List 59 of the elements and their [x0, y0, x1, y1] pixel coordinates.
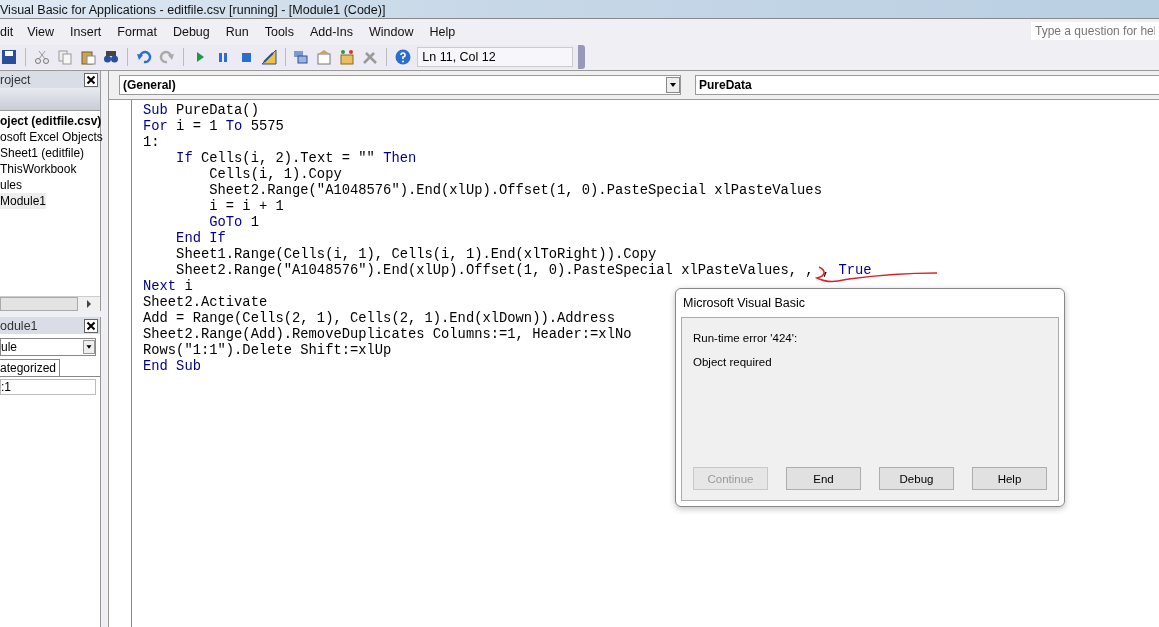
property-row[interactable]: :1 [1, 380, 95, 394]
code-line: Sheet2.Activate [143, 295, 268, 311]
close-icon[interactable] [84, 318, 98, 333]
tree-item[interactable]: osoft Excel Objects [0, 129, 103, 145]
code-line: GoTo 1 [208, 215, 259, 231]
code-line: Sub PureData() [143, 103, 259, 119]
save-icon[interactable] [1, 49, 17, 65]
close-icon[interactable] [84, 72, 98, 87]
code-line: Add = Range(Cells(2, 1), Cells(2, 1).End(xlDown)).Address [143, 311, 615, 327]
help-search-field[interactable]: Type a question for hel [1031, 22, 1159, 40]
tree-item[interactable]: Module1 [0, 193, 47, 209]
code-line: i = i + 1 [208, 199, 284, 215]
menu-item[interactable]: Tools [264, 25, 302, 39]
code-line: Sheet1.Range(Cells(i, 1), Cells(i, 1).End(xlToRight)).Copy [175, 247, 657, 263]
undo-icon[interactable] [135, 49, 152, 65]
menu-item[interactable]: Help [429, 25, 464, 39]
code-line: End If [175, 231, 226, 247]
cut-icon[interactable] [33, 49, 50, 65]
code-line: Sheet2.Range("A1048576").End(xlUp).Offset(1, 0).PasteSpecial xlPasteValues, , , True [175, 263, 872, 279]
code-line: 1: [143, 135, 160, 151]
object-dropdown[interactable]: (General) [119, 75, 681, 95]
dialog-button[interactable]: End [786, 467, 861, 490]
menu-item[interactable]: Format [117, 25, 165, 39]
help-icon[interactable] [395, 49, 412, 65]
dialog-button[interactable]: Help [972, 467, 1047, 490]
code-line: Rows("1:1").Delete Shift:=xlUp [143, 343, 392, 359]
menu-item[interactable]: Debug [172, 25, 218, 39]
menu-item[interactable]: Run [225, 25, 257, 39]
menu-item[interactable]: Window [369, 25, 422, 39]
dialog-button[interactable]: Debug [879, 467, 954, 490]
pane-title: odule1 [0, 318, 38, 333]
code-line: Next i [143, 279, 193, 295]
pane-title: roject [0, 72, 31, 87]
tree-item[interactable]: Sheet1 (editfile) [0, 145, 85, 161]
tree-item[interactable]: ules [0, 177, 22, 193]
code-line: Cells(i, 1).Copy [208, 167, 342, 183]
menu-item[interactable]: dit [0, 25, 22, 39]
paste-icon[interactable] [79, 49, 96, 65]
tree-item[interactable]: ThisWorkbook [0, 161, 77, 177]
object-dropdown[interactable]: ule [0, 338, 96, 356]
properties-tab[interactable]: ategorized [0, 359, 61, 376]
menu-item[interactable]: Add-Ins [309, 25, 361, 39]
code-line: Sheet2.Range("A1048576").End(xlUp).Offset(1, 0).PasteSpecial xlPasteValues [208, 183, 822, 199]
code-line: End Sub [143, 359, 201, 375]
scroll-right-icon[interactable] [86, 300, 92, 308]
cursor-position: Ln 11, Col 12 [417, 47, 574, 67]
code-line: Sheet2.Range(Add).RemoveDuplicates Columns:=1, Header:=xlNo [143, 327, 632, 343]
code-line: For i = 1 To 5575 [143, 119, 284, 135]
error-message: Object required [693, 356, 773, 368]
procedure-dropdown[interactable]: PureData [695, 75, 1159, 95]
code-line: If Cells(i, 2).Text = "" Then [175, 151, 417, 167]
horizontal-scrollbar[interactable] [0, 296, 100, 311]
error-code: Run-time error '424': [693, 332, 799, 344]
dialog-title: Microsoft Visual Basic [682, 295, 807, 312]
window-title: Visual Basic for Applications - editfile.csv [running] - [Module1 (Code)] [0, 2, 386, 18]
menu-item[interactable]: View [27, 25, 63, 39]
binoculars-icon[interactable] [102, 49, 119, 65]
tree-item[interactable]: oject (editfile.csv) [0, 113, 102, 129]
menu-item[interactable]: Insert [70, 25, 110, 39]
